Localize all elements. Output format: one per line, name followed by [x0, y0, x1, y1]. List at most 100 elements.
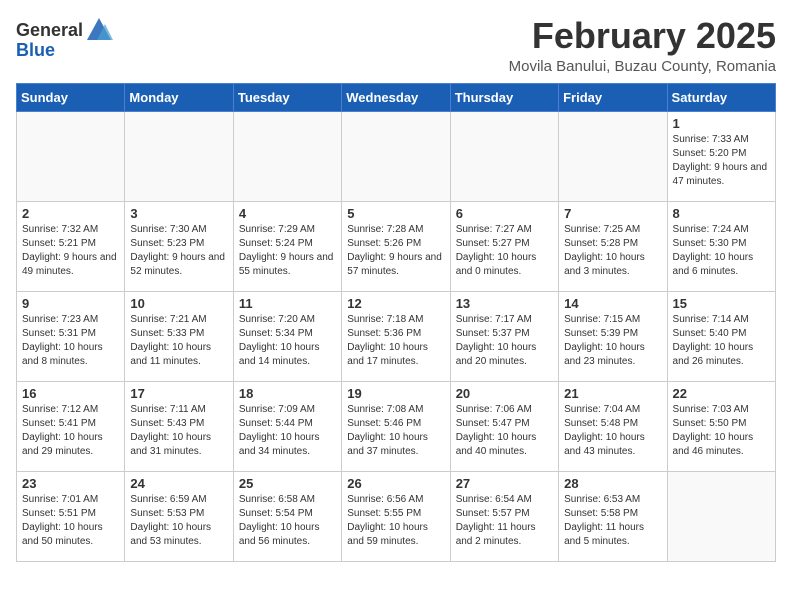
day-info: Sunrise: 7:17 AM Sunset: 5:37 PM Dayligh…: [456, 313, 553, 369]
day-number: 11: [239, 296, 336, 311]
weekday-header-saturday: Saturday: [667, 83, 775, 111]
day-number: 3: [130, 206, 227, 221]
day-info: Sunrise: 6:54 AM Sunset: 5:57 PM Dayligh…: [456, 493, 553, 549]
calendar-cell: 5 Sunrise: 7:28 AM Sunset: 5:26 PM Daylig…: [342, 201, 450, 291]
calendar-week-row: 1 Sunrise: 7:33 AM Sunset: 5:20 PM Daylig…: [17, 111, 776, 201]
day-number: 23: [22, 476, 119, 491]
day-number: 7: [564, 206, 661, 221]
day-info: Sunrise: 7:14 AM Sunset: 5:40 PM Dayligh…: [673, 313, 770, 369]
day-number: 1: [673, 116, 770, 131]
day-number: 16: [22, 386, 119, 401]
day-number: 4: [239, 206, 336, 221]
calendar-cell: 23Sunrise: 7:01 AM Sunset: 5:51 PM Dayli…: [17, 471, 125, 561]
day-number: 8: [673, 206, 770, 221]
weekday-header-row: SundayMondayTuesdayWednesdayThursdayFrid…: [17, 83, 776, 111]
calendar-cell: [233, 111, 341, 201]
day-number: 22: [673, 386, 770, 401]
weekday-header-friday: Friday: [559, 83, 667, 111]
day-info: Sunrise: 6:56 AM Sunset: 5:55 PM Dayligh…: [347, 493, 444, 549]
day-number: 14: [564, 296, 661, 311]
calendar-cell: 21 Sunrise: 7:04 AM Sunset: 5:48 PM Dayli…: [559, 381, 667, 471]
calendar-cell: 19Sunrise: 7:08 AM Sunset: 5:46 PM Dayli…: [342, 381, 450, 471]
day-number: 25: [239, 476, 336, 491]
calendar-cell: 12 Sunrise: 7:18 AM Sunset: 5:36 PM Dayli…: [342, 291, 450, 381]
weekday-header-tuesday: Tuesday: [233, 83, 341, 111]
calendar-cell: [667, 471, 775, 561]
weekday-header-sunday: Sunday: [17, 83, 125, 111]
calendar-week-row: 23Sunrise: 7:01 AM Sunset: 5:51 PM Dayli…: [17, 471, 776, 561]
calendar-cell: 17 Sunrise: 7:11 AM Sunset: 5:43 PM Dayli…: [125, 381, 233, 471]
calendar-cell: 2 Sunrise: 7:32 AM Sunset: 5:21 PM Daylig…: [17, 201, 125, 291]
day-number: 17: [130, 386, 227, 401]
calendar-body: 1 Sunrise: 7:33 AM Sunset: 5:20 PM Daylig…: [17, 111, 776, 561]
calendar-cell: [17, 111, 125, 201]
calendar-cell: 1 Sunrise: 7:33 AM Sunset: 5:20 PM Daylig…: [667, 111, 775, 201]
day-info: Sunrise: 7:09 AM Sunset: 5:44 PM Dayligh…: [239, 403, 336, 459]
day-info: Sunrise: 7:08 AM Sunset: 5:46 PM Dayligh…: [347, 403, 444, 459]
day-number: 18: [239, 386, 336, 401]
weekday-header-wednesday: Wednesday: [342, 83, 450, 111]
logo-text-blue: Blue: [16, 40, 55, 61]
location-title: Movila Banului, Buzau County, Romania: [509, 58, 776, 75]
calendar-cell: 13 Sunrise: 7:17 AM Sunset: 5:37 PM Dayli…: [450, 291, 558, 381]
day-number: 12: [347, 296, 444, 311]
calendar-cell: 9 Sunrise: 7:23 AM Sunset: 5:31 PM Daylig…: [17, 291, 125, 381]
day-number: 15: [673, 296, 770, 311]
calendar-cell: 16 Sunrise: 7:12 AM Sunset: 5:41 PM Dayli…: [17, 381, 125, 471]
day-number: 5: [347, 206, 444, 221]
day-number: 2: [22, 206, 119, 221]
day-info: Sunrise: 7:20 AM Sunset: 5:34 PM Dayligh…: [239, 313, 336, 369]
calendar-cell: 14 Sunrise: 7:15 AM Sunset: 5:39 PM Dayli…: [559, 291, 667, 381]
day-info: Sunrise: 7:25 AM Sunset: 5:28 PM Dayligh…: [564, 223, 661, 279]
calendar-cell: 7 Sunrise: 7:25 AM Sunset: 5:28 PM Daylig…: [559, 201, 667, 291]
day-info: Sunrise: 7:15 AM Sunset: 5:39 PM Dayligh…: [564, 313, 661, 369]
day-number: 20: [456, 386, 553, 401]
day-info: Sunrise: 7:03 AM Sunset: 5:50 PM Dayligh…: [673, 403, 770, 459]
calendar-cell: [450, 111, 558, 201]
day-number: 9: [22, 296, 119, 311]
day-info: Sunrise: 6:53 AM Sunset: 5:58 PM Dayligh…: [564, 493, 661, 549]
calendar-table: SundayMondayTuesdayWednesdayThursdayFrid…: [16, 83, 776, 562]
day-number: 26: [347, 476, 444, 491]
day-info: Sunrise: 7:28 AM Sunset: 5:26 PM Dayligh…: [347, 223, 444, 279]
day-number: 13: [456, 296, 553, 311]
logo-text-general: General: [16, 20, 83, 41]
calendar-cell: 24Sunrise: 6:59 AM Sunset: 5:53 PM Dayli…: [125, 471, 233, 561]
day-info: Sunrise: 7:30 AM Sunset: 5:23 PM Dayligh…: [130, 223, 227, 279]
day-number: 21: [564, 386, 661, 401]
day-info: Sunrise: 7:18 AM Sunset: 5:36 PM Dayligh…: [347, 313, 444, 369]
weekday-header-thursday: Thursday: [450, 83, 558, 111]
calendar-cell: 3 Sunrise: 7:30 AM Sunset: 5:23 PM Daylig…: [125, 201, 233, 291]
weekday-header-monday: Monday: [125, 83, 233, 111]
calendar-cell: 8 Sunrise: 7:24 AM Sunset: 5:30 PM Daylig…: [667, 201, 775, 291]
day-info: Sunrise: 7:04 AM Sunset: 5:48 PM Dayligh…: [564, 403, 661, 459]
calendar-week-row: 9 Sunrise: 7:23 AM Sunset: 5:31 PM Daylig…: [17, 291, 776, 381]
day-info: Sunrise: 7:33 AM Sunset: 5:20 PM Dayligh…: [673, 133, 770, 189]
logo-icon: [85, 16, 113, 44]
calendar-cell: [342, 111, 450, 201]
day-info: Sunrise: 7:23 AM Sunset: 5:31 PM Dayligh…: [22, 313, 119, 369]
calendar-cell: 26 Sunrise: 6:56 AM Sunset: 5:55 PM Dayli…: [342, 471, 450, 561]
day-info: Sunrise: 7:32 AM Sunset: 5:21 PM Dayligh…: [22, 223, 119, 279]
calendar-header: SundayMondayTuesdayWednesdayThursdayFrid…: [17, 83, 776, 111]
day-number: 28: [564, 476, 661, 491]
calendar-cell: 25Sunrise: 6:58 AM Sunset: 5:54 PM Dayli…: [233, 471, 341, 561]
calendar-cell: 11 Sunrise: 7:20 AM Sunset: 5:34 PM Dayli…: [233, 291, 341, 381]
day-info: Sunrise: 7:11 AM Sunset: 5:43 PM Dayligh…: [130, 403, 227, 459]
calendar-cell: 22 Sunrise: 7:03 AM Sunset: 5:50 PM Dayli…: [667, 381, 775, 471]
day-info: Sunrise: 7:21 AM Sunset: 5:33 PM Dayligh…: [130, 313, 227, 369]
day-info: Sunrise: 7:06 AM Sunset: 5:47 PM Dayligh…: [456, 403, 553, 459]
day-info: Sunrise: 6:59 AM Sunset: 5:53 PM Dayligh…: [130, 493, 227, 549]
day-info: Sunrise: 7:27 AM Sunset: 5:27 PM Dayligh…: [456, 223, 553, 279]
day-number: 10: [130, 296, 227, 311]
day-info: Sunrise: 7:12 AM Sunset: 5:41 PM Dayligh…: [22, 403, 119, 459]
day-number: 27: [456, 476, 553, 491]
calendar-week-row: 16 Sunrise: 7:12 AM Sunset: 5:41 PM Dayli…: [17, 381, 776, 471]
calendar-cell: 15 Sunrise: 7:14 AM Sunset: 5:40 PM Dayli…: [667, 291, 775, 381]
calendar-cell: 6Sunrise: 7:27 AM Sunset: 5:27 PM Daylig…: [450, 201, 558, 291]
calendar-cell: [559, 111, 667, 201]
calendar-cell: 20 Sunrise: 7:06 AM Sunset: 5:47 PM Dayli…: [450, 381, 558, 471]
logo: General Blue: [16, 16, 113, 61]
day-info: Sunrise: 7:24 AM Sunset: 5:30 PM Dayligh…: [673, 223, 770, 279]
calendar-cell: 10 Sunrise: 7:21 AM Sunset: 5:33 PM Dayli…: [125, 291, 233, 381]
